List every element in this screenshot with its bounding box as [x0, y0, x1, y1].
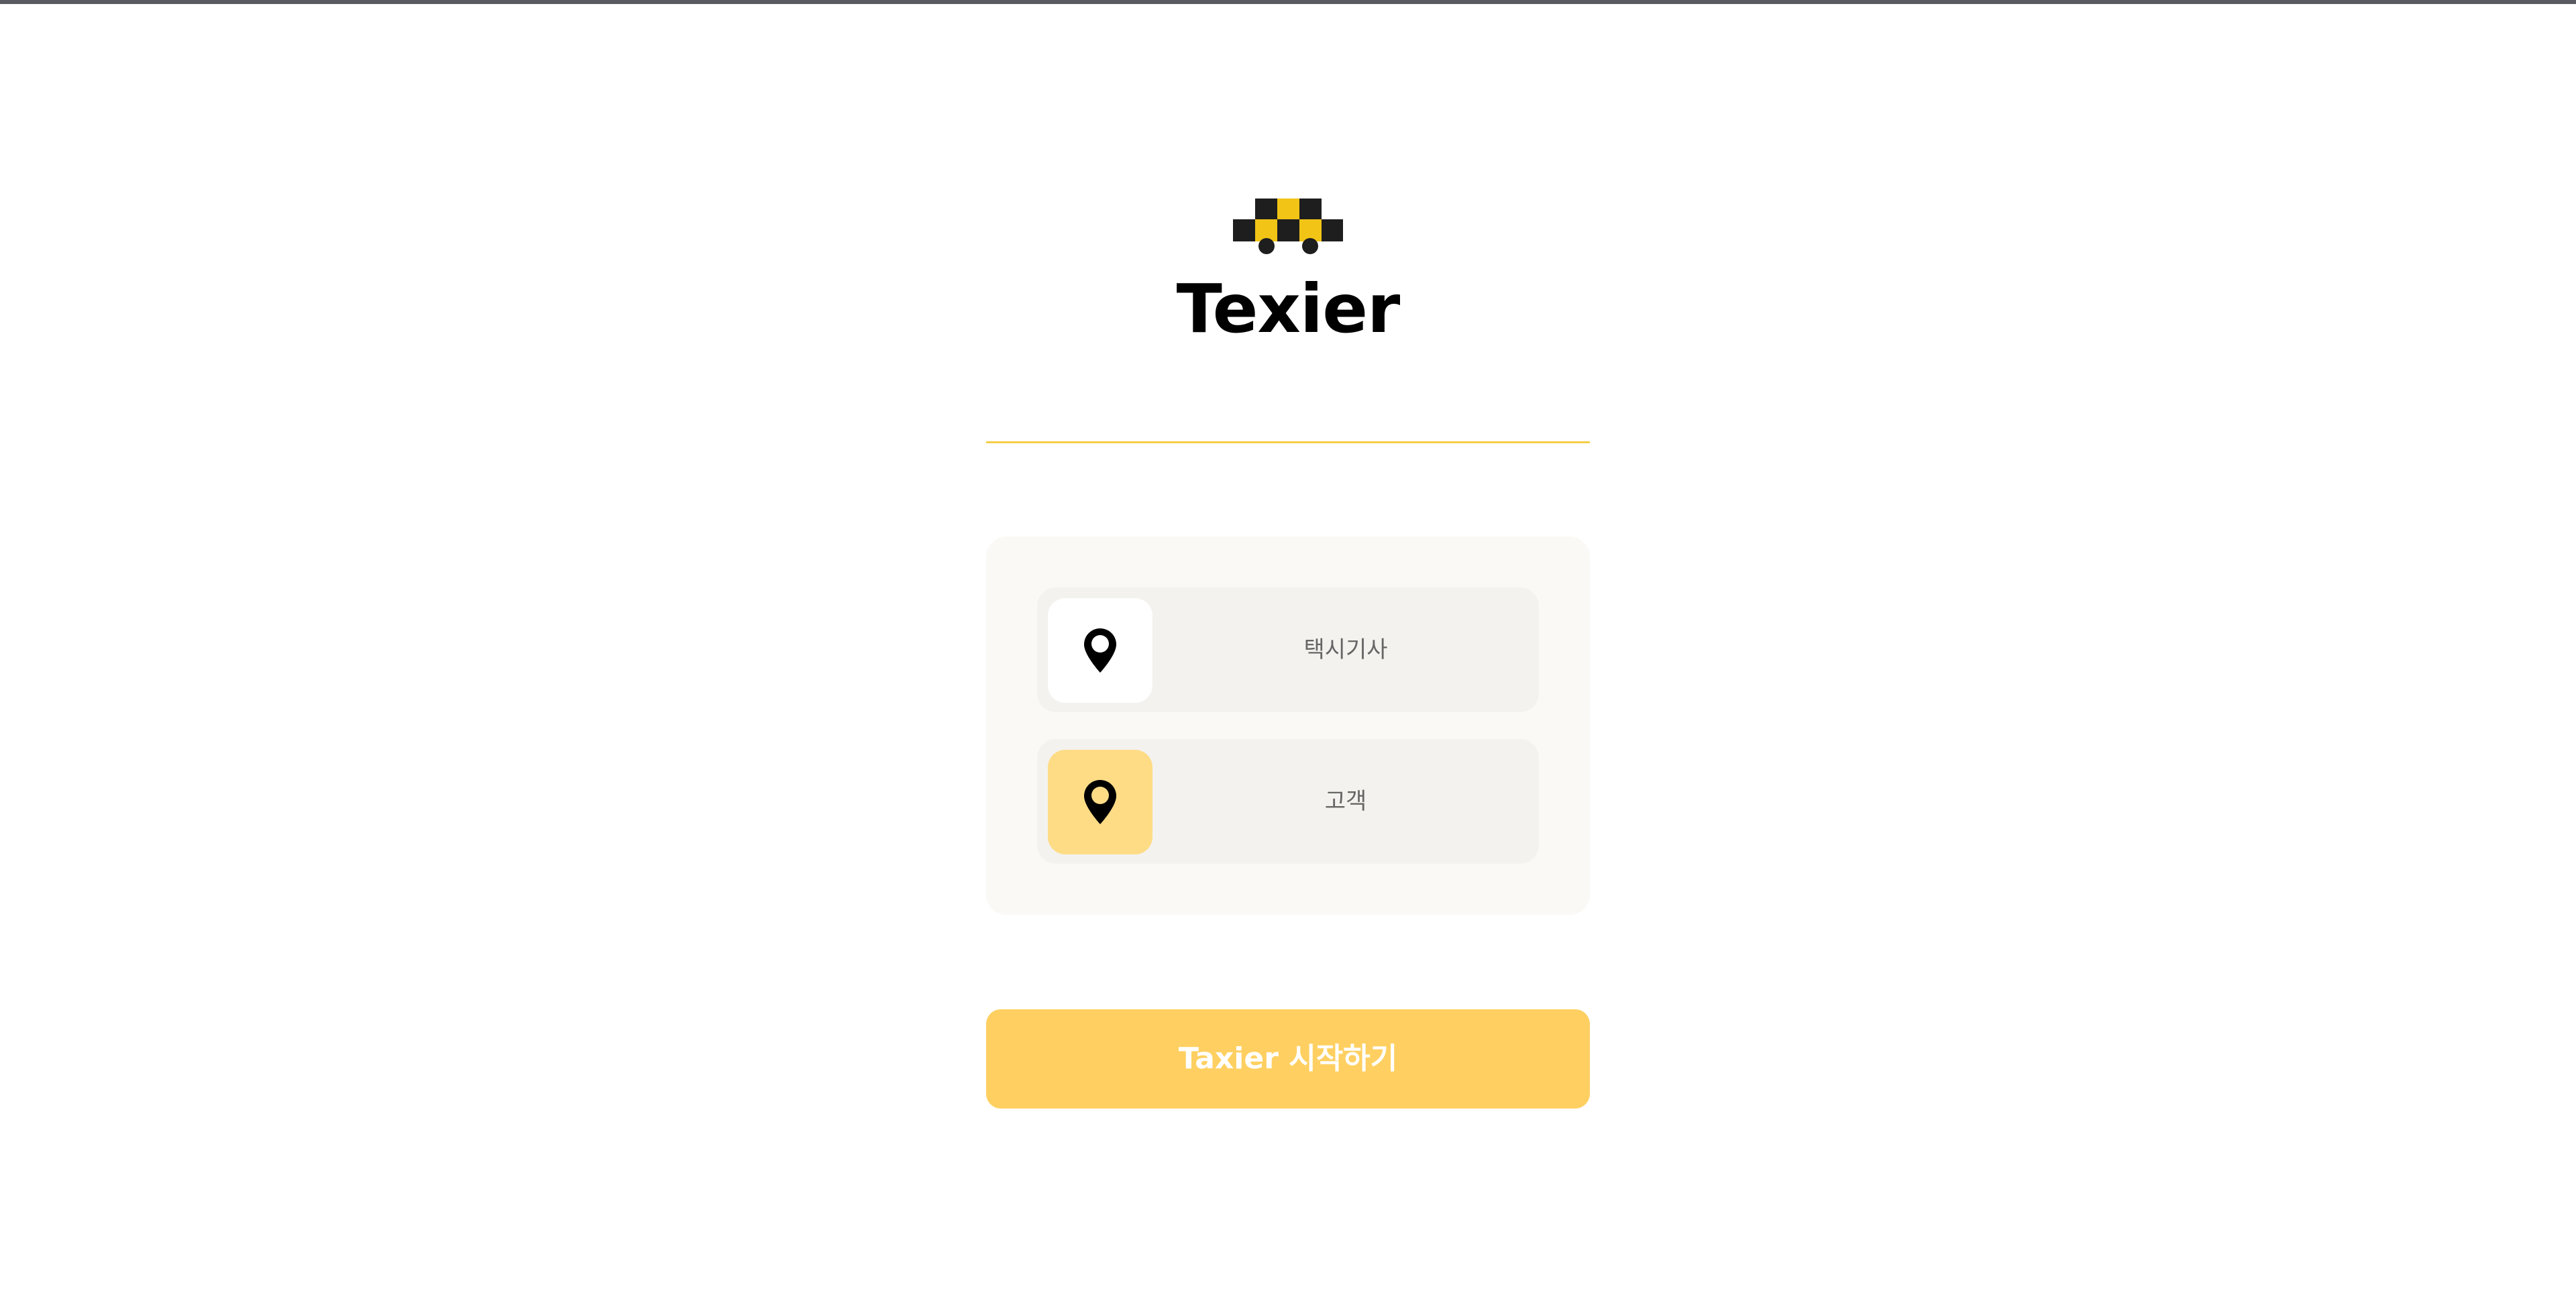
- divider: [986, 441, 1590, 443]
- map-pin-icon: [1084, 780, 1116, 824]
- role-option-driver[interactable]: 택시기사: [1037, 587, 1539, 712]
- role-selection-panel: 택시기사 고객: [986, 537, 1590, 915]
- window-top-bar: [0, 0, 2576, 4]
- role-icon-box: [1048, 598, 1152, 703]
- checkered-taxi-icon: [1233, 199, 1343, 254]
- role-icon-box: [1048, 750, 1152, 854]
- role-option-customer[interactable]: 고객: [1037, 739, 1539, 864]
- map-pin-icon: [1084, 628, 1116, 673]
- brand-title: Texier: [1176, 270, 1401, 348]
- role-option-label: 고객: [1324, 788, 1367, 815]
- role-option-label: 택시기사: [1303, 636, 1388, 663]
- start-button[interactable]: Taxier 시작하기: [986, 1009, 1590, 1109]
